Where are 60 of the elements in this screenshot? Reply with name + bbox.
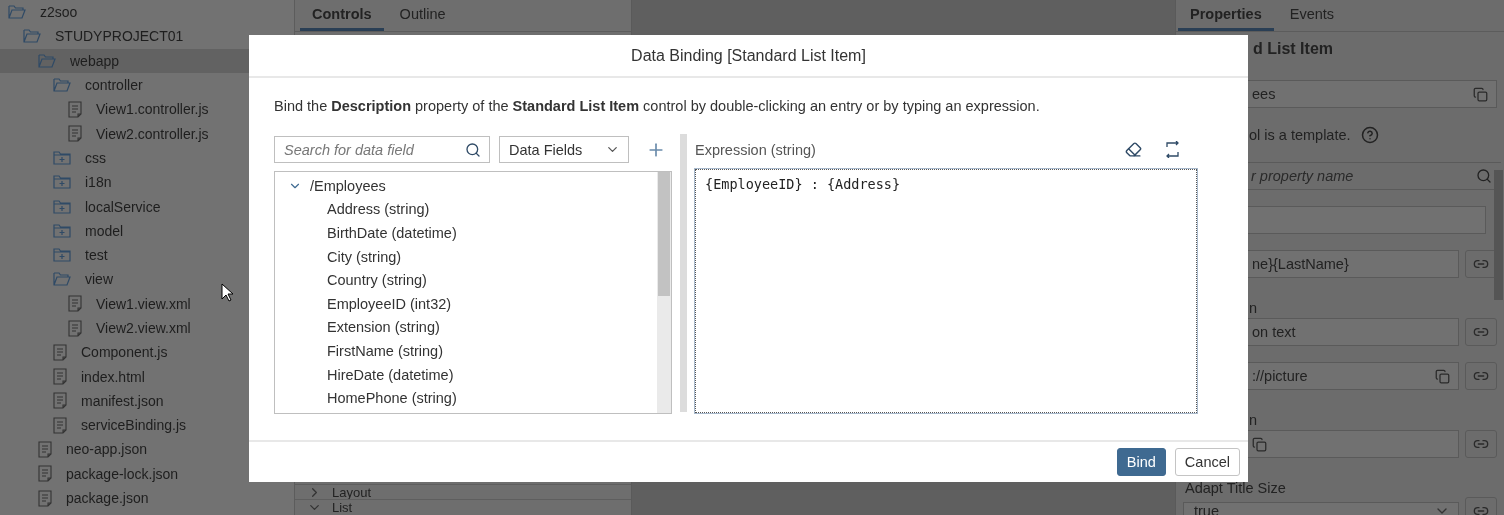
bind-button[interactable]: Bind <box>1116 448 1166 476</box>
file-icon <box>53 416 67 434</box>
open-folder-icon <box>53 78 71 93</box>
panel-tab[interactable]: Events <box>1277 0 1347 31</box>
expression-label: Expression (string) <box>695 141 817 158</box>
tree-item[interactable]: STUDYPROJECT01 <box>0 24 294 49</box>
section-header[interactable]: Layout <box>332 485 372 499</box>
bind-button[interactable] <box>1465 318 1497 346</box>
tree-item[interactable]: serviceBinding.js <box>0 413 294 438</box>
open-folder-icon <box>38 53 56 68</box>
file-icon <box>68 295 82 313</box>
panel-tab[interactable]: Properties <box>1178 0 1274 31</box>
template-note: ol is a template. <box>1249 127 1351 143</box>
property-label: n <box>1248 301 1258 316</box>
property-label: n <box>1248 413 1258 428</box>
search-field[interactable]: Search for data field <box>274 136 490 163</box>
cancel-button[interactable]: Cancel <box>1174 448 1240 476</box>
bind-button[interactable] <box>1465 362 1497 390</box>
closed-folder-icon <box>53 223 71 238</box>
closed-folder-icon <box>53 150 71 165</box>
help-icon[interactable] <box>1360 126 1379 144</box>
panel-tab[interactable]: Controls <box>300 0 384 31</box>
mouse-cursor-icon <box>221 283 233 302</box>
copy-icon[interactable] <box>1252 436 1267 452</box>
copy-icon[interactable] <box>1473 86 1488 102</box>
open-folder-icon <box>8 5 26 20</box>
closed-folder-icon <box>53 248 71 263</box>
property-search-field[interactable]: r property name <box>1183 162 1501 190</box>
closed-folder-icon <box>53 199 71 214</box>
dialog-description: Bind the Description property of the Standard List Item control by double-clicking an entry or by typing an expression. <box>274 98 1041 116</box>
file-icon <box>38 489 52 507</box>
tree-item[interactable]: package-lock.json <box>0 461 294 486</box>
control-title: d List Item <box>1252 39 1334 59</box>
copy-icon[interactable] <box>1435 368 1450 384</box>
file-icon <box>53 343 67 361</box>
closed-folder-icon <box>53 175 71 190</box>
source-dropdown[interactable]: Data Fields <box>499 136 629 163</box>
tree-item[interactable]: z2soo <box>0 0 294 25</box>
sync-icon[interactable] <box>1164 141 1181 158</box>
file-icon <box>68 100 82 118</box>
bind-button[interactable] <box>1465 430 1497 458</box>
file-icon <box>53 392 67 410</box>
tree-item[interactable]: neo-app.json <box>0 437 294 462</box>
section-header[interactable]: List <box>332 500 353 514</box>
file-icon <box>53 368 67 386</box>
panel-tab[interactable]: Outline <box>387 0 458 31</box>
dialog-title: Data Binding [Standard List Item] <box>631 46 866 65</box>
tree-item[interactable]: package.json <box>0 485 294 511</box>
file-icon <box>38 465 52 483</box>
file-icon <box>38 441 52 458</box>
property-label: Adapt Title Size <box>1184 481 1286 496</box>
open-folder-icon <box>23 29 41 44</box>
open-folder-icon <box>53 272 71 287</box>
scrollbar[interactable] <box>657 172 671 413</box>
expression-field[interactable]: {EmployeeID} : {Address} <box>695 169 1197 413</box>
file-icon <box>68 125 82 143</box>
file-icon <box>68 319 82 337</box>
search-icon[interactable] <box>465 141 481 158</box>
tree-item[interactable]: controller <box>0 72 294 98</box>
eraser-icon[interactable] <box>1125 141 1142 158</box>
